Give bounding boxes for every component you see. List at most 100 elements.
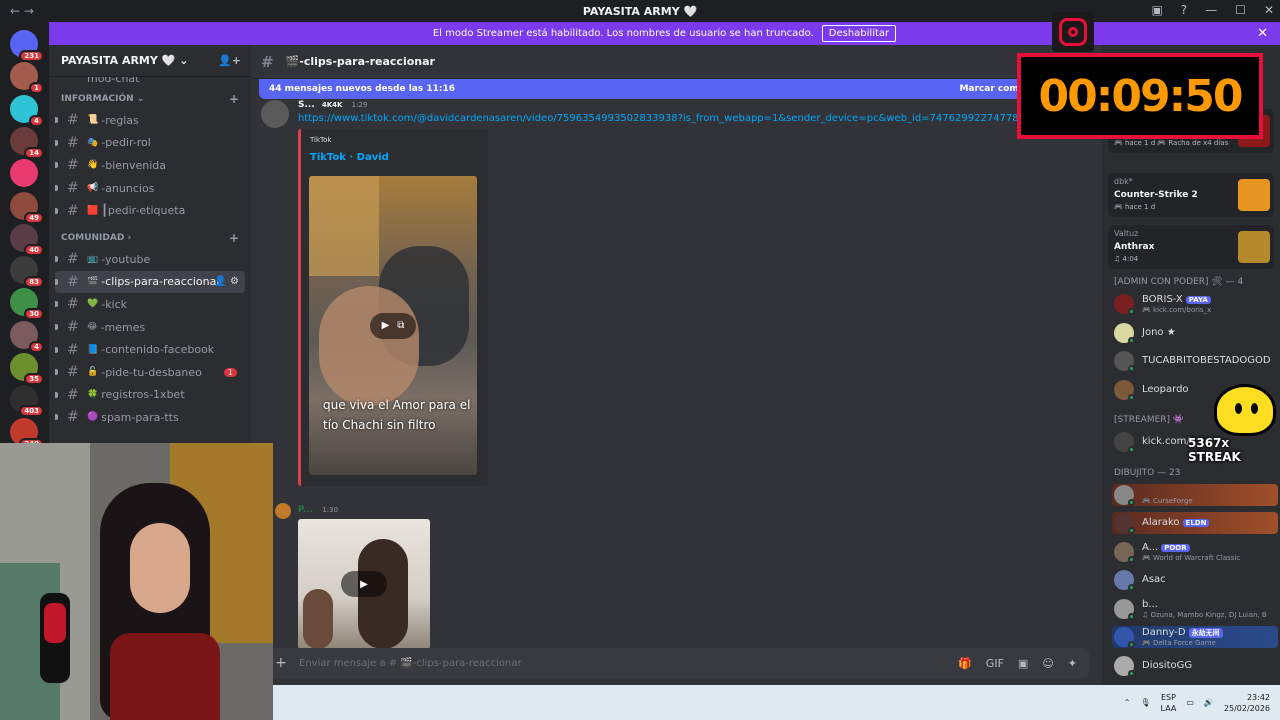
channel-item[interactable]: # 📜 -reglas	[55, 109, 245, 132]
server-icon[interactable]: 83	[10, 256, 44, 289]
help-icon[interactable]: ?	[1181, 3, 1187, 17]
language-indicator[interactable]: ESP LAA	[1161, 692, 1177, 714]
hash-icon: #	[67, 319, 79, 336]
message-link[interactable]: https://www.tiktok.com/@davidcardenasare…	[298, 113, 1050, 124]
gift-icon[interactable]: 🎁	[958, 657, 972, 670]
apps-icon[interactable]: ✦	[1068, 657, 1077, 670]
server-icon[interactable]: 240	[10, 417, 44, 450]
play-icon[interactable]: ▶ ⧉	[370, 312, 416, 339]
inbox-icon[interactable]: ▣	[1151, 3, 1162, 17]
activity-card[interactable]: Valtuz Anthrax ♫ 4:04	[1108, 225, 1274, 269]
member-item[interactable]: Alarako ELDN	[1112, 512, 1278, 534]
avatar[interactable]	[275, 503, 291, 519]
new-messages-bar[interactable]: 44 mensajes nuevos desde las 11:16 Marca…	[259, 79, 1097, 99]
channel-item[interactable]: # 🔓 -pide-tu-desbaneo 1	[55, 361, 245, 384]
activity-card[interactable]: dbk* Counter-Strike 2 🎮 hace 1 d	[1108, 173, 1274, 217]
add-channel-icon[interactable]: +	[229, 92, 239, 106]
open-icon[interactable]: ⧉	[397, 320, 404, 331]
system-tray: ⌃ 🎙 ESP LAA ▭ 🔊 23:42 25/02/2026	[1124, 685, 1280, 720]
server-icon[interactable]: 30	[10, 288, 44, 321]
close-banner-icon[interactable]: ✕	[1257, 26, 1268, 41]
member-item[interactable]: A... POOR 🎮 World of Warcraft Classic	[1112, 541, 1278, 563]
add-member-icon[interactable]: 👤+	[218, 54, 241, 67]
close-window-icon[interactable]: ✕	[1264, 3, 1274, 17]
channel-settings-icon[interactable]: 👤 ⚙	[214, 276, 239, 287]
message-composer[interactable]: + Enviar mensaje a # 🎬-clips-para-reacci…	[265, 648, 1089, 678]
clock[interactable]: 23:42 25/02/2026	[1224, 692, 1270, 714]
server-icon[interactable]: 1	[10, 62, 44, 95]
channel-item[interactable]: # 🎭 -pedir-rol	[55, 132, 245, 155]
chat-panel: # 🎬-clips-para-reaccionar 44 mensajes nu…	[251, 45, 1102, 685]
server-icon[interactable]: 14	[10, 126, 44, 159]
emoji-icon[interactable]: ☺	[1042, 657, 1053, 670]
channel-item[interactable]: # 🎬 -clips-para-reaccionar 👤 ⚙	[55, 270, 245, 294]
member-item[interactable]: BORIS-X PAYA 🎮 kick.com/boris_x	[1112, 293, 1278, 315]
unread-indicator	[55, 301, 58, 308]
channel-name: -anuncios	[101, 181, 155, 195]
message-author[interactable]: S...	[298, 100, 315, 110]
avatar[interactable]	[261, 100, 289, 128]
gif-icon[interactable]: GIF	[986, 657, 1004, 670]
composer-icons: 🎁 GIF ▣ ☺ ✦	[958, 657, 1077, 670]
window-controls: ▣ ? — ☐ ✕	[1151, 3, 1274, 17]
channel-item[interactable]: # 👋 -bienvenida	[55, 154, 245, 177]
channel-emoji: 📘	[87, 344, 99, 355]
server-header[interactable]: PAYASITA ARMY 🤍 ⌄ 👤+	[49, 45, 251, 77]
volume-icon[interactable]: 🔊	[1204, 698, 1214, 707]
server-icon[interactable]: 49	[10, 191, 44, 224]
member-item[interactable]: b... ♫ Ozuna, Mambo Kingz, DJ Luian, B	[1112, 598, 1278, 620]
server-mention-badge: 30	[24, 308, 44, 321]
add-channel-icon[interactable]: +	[229, 231, 239, 245]
channel-category[interactable]: INFORMACIÓN ⌄ +	[49, 89, 251, 109]
channel-item[interactable]: # 📘 -contenido-facebook	[55, 338, 245, 361]
member-item[interactable]: 🎮 CurseForge	[1112, 483, 1278, 506]
maximize-icon[interactable]: ☐	[1235, 3, 1246, 17]
hash-icon: #	[67, 364, 79, 381]
mic-icon[interactable]: 🎙	[1140, 698, 1150, 707]
server-icon[interactable]: 4	[10, 320, 44, 353]
network-icon[interactable]: ▭	[1186, 698, 1194, 707]
embed-title[interactable]: TikTok · David	[310, 152, 389, 163]
member-item[interactable]: DiositoGG	[1112, 655, 1278, 677]
channel-item[interactable]: mod-chat	[55, 77, 245, 89]
message-author[interactable]: P...	[298, 505, 313, 515]
server-icon[interactable]	[10, 159, 38, 188]
server-icon[interactable]: 35	[10, 353, 44, 385]
channel-item[interactable]: # 🟣 spam-para-tts	[55, 406, 245, 429]
minimize-icon[interactable]: —	[1205, 3, 1217, 17]
channel-item[interactable]: # 😂 -memes	[55, 316, 245, 339]
member-item[interactable]: Asac	[1112, 569, 1278, 591]
member-tag: 永劫无间	[1188, 628, 1223, 638]
play-icon[interactable]: ▶	[341, 571, 387, 597]
member-item[interactable]: Danny-D 永劫无间 🎮 Delta Force Game	[1112, 626, 1278, 648]
instagram-overlay	[1052, 12, 1094, 52]
channel-category[interactable]: COMUNIDAD › +	[49, 228, 251, 248]
video-thumbnail[interactable]: ▶	[298, 519, 430, 649]
member-name: Danny-D 永劫无间	[1142, 627, 1223, 638]
clock-time: 23:42	[1246, 692, 1270, 702]
channel-item[interactable]: # 💚 -kick	[55, 293, 245, 316]
member-item[interactable]: Jono ★	[1112, 322, 1278, 344]
channel-item[interactable]: # 🍀 registros-1xbet	[55, 384, 245, 407]
server-icon[interactable]: 4	[10, 94, 44, 127]
sticker-icon[interactable]: ▣	[1018, 657, 1028, 670]
member-item[interactable]: TUCABRITOBESTADOGOD	[1112, 350, 1278, 372]
video-thumbnail[interactable]: ▶ ⧉ que viva el Amor para el tío Chachi …	[309, 176, 477, 475]
instagram-icon	[1059, 18, 1087, 46]
server-icon[interactable]: 231	[10, 30, 44, 62]
mascot-eye	[1251, 403, 1258, 414]
channel-item[interactable]: # 📺 -youtube	[55, 248, 245, 271]
add-attachment-icon[interactable]: +	[275, 655, 287, 671]
channel-item[interactable]: # 🟥 ┃pedir-etiqueta	[55, 199, 245, 222]
channel-item[interactable]: # 📢 -anuncios	[55, 177, 245, 200]
disable-streamer-button[interactable]: Deshabilitar	[821, 25, 897, 42]
category-label: INFORMACIÓN ⌄	[61, 94, 145, 104]
server-name: PAYASITA ARMY 🤍 ⌄	[61, 54, 189, 67]
hash-icon: #	[67, 202, 79, 219]
chevron-up-icon[interactable]: ⌃	[1124, 698, 1131, 707]
member-name-text: Alarako	[1142, 517, 1180, 528]
server-icon[interactable]: 403	[10, 385, 44, 418]
new-messages-text: 44 mensajes nuevos desde las 11:16	[269, 84, 455, 94]
member-group-header: DIBUJITO — 23	[1114, 467, 1181, 478]
server-icon[interactable]: 40	[10, 223, 44, 256]
